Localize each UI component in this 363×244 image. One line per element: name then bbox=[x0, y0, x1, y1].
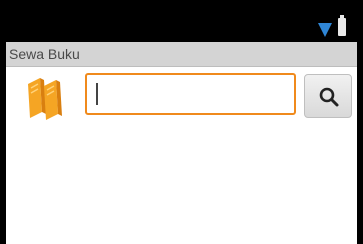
app-screen: Sewa Buku bbox=[6, 14, 357, 244]
search-icon bbox=[319, 87, 339, 107]
status-bar bbox=[6, 14, 357, 42]
app-title: Sewa Buku bbox=[9, 46, 80, 62]
device-frame: Sewa Buku bbox=[0, 0, 363, 244]
search-button[interactable] bbox=[304, 74, 352, 118]
action-bar: Sewa Buku bbox=[6, 42, 357, 67]
text-cursor bbox=[96, 83, 98, 105]
books-icon bbox=[28, 78, 62, 120]
search-input[interactable] bbox=[85, 73, 296, 115]
wifi-icon bbox=[318, 23, 332, 37]
battery-icon bbox=[338, 15, 346, 36]
